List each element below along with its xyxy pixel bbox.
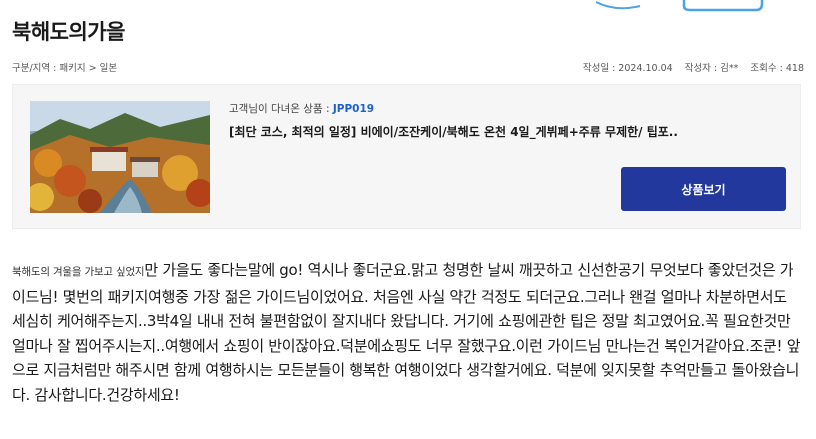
header-decoration-icon xyxy=(596,0,764,12)
breadcrumb: 구분/지역 : 패키지 > 일본 xyxy=(12,63,118,74)
product-label-text: 고객님이 다녀온 상품 : xyxy=(229,103,330,115)
page-title: 북해도의가을 xyxy=(12,20,125,44)
review-body: 북해도의 겨울을 가보고 싶었지만 가을도 좋다는말에 go! 역시나 좋더군요… xyxy=(12,258,802,407)
review-text: 만 가을도 좋다는말에 go! 역시나 좋더군요.맑고 청명한 날씨 깨끗하고 … xyxy=(12,261,801,404)
product-label: 고객님이 다녀온 상품 : JPP019 xyxy=(229,101,374,116)
post-meta: 작성일 : 2024.10.04 작성자 : 김** 조회수 : 418 xyxy=(583,60,804,74)
post-views: 조회수 : 418 xyxy=(750,63,804,74)
view-product-button[interactable]: 상품보기 xyxy=(621,167,786,211)
meta-row: 구분/지역 : 패키지 > 일본 작성일 : 2024.10.04 작성자 : … xyxy=(12,60,804,76)
post-author: 작성자 : 김** xyxy=(684,63,739,74)
product-thumbnail[interactable] xyxy=(30,101,210,213)
product-code[interactable]: JPP019 xyxy=(333,103,374,115)
product-name[interactable]: [최단 코스, 최적의 일정] 비에이/조잔케이/북해도 온천 4일_게뷔페+주… xyxy=(229,123,789,140)
post-date: 작성일 : 2024.10.04 xyxy=(582,63,673,74)
product-card: 고객님이 다녀온 상품 : JPP019 [최단 코스, 최적의 일정] 비에이… xyxy=(12,84,801,229)
autumn-valley-photo-icon xyxy=(30,101,210,213)
review-lead: 북해도의 겨울을 가보고 싶었지 xyxy=(12,266,145,278)
